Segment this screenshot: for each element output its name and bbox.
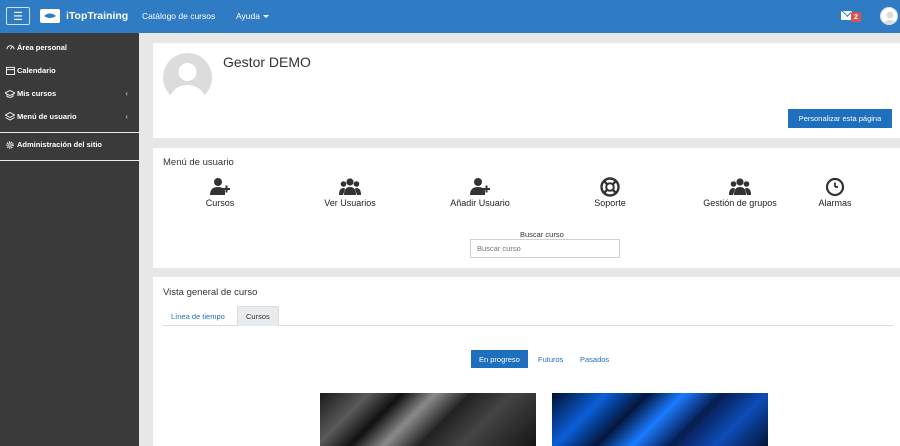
sidebar-item-calendar[interactable]: Calendario — [0, 59, 139, 82]
calendar-icon — [5, 66, 15, 76]
user-avatar[interactable] — [880, 7, 898, 25]
top-navbar: ☰ iTopTraining Catálogo de cursos Ayuda … — [0, 0, 900, 33]
hamburger-menu-button[interactable]: ☰ — [6, 7, 30, 25]
tab-timeline[interactable]: Línea de tiempo — [163, 306, 233, 326]
sidebar-divider — [0, 160, 139, 161]
menu-item-label: Ver Usuarios — [324, 198, 376, 208]
sidebar-item-label: Menú de usuario — [17, 112, 77, 121]
user-menu-title: Menú de usuario — [163, 157, 234, 168]
brand-logo-link[interactable]: iTopTraining — [40, 8, 128, 24]
customize-page-button[interactable]: Personalizar esta página — [788, 109, 892, 128]
brand-icon — [40, 9, 60, 23]
tab-courses[interactable]: Cursos — [237, 306, 279, 326]
sidebar-item-label: Calendario — [17, 66, 56, 75]
menu-item-view-users[interactable]: Ver Usuarios — [295, 177, 405, 208]
clock-icon — [825, 177, 845, 197]
menu-item-label: Soporte — [594, 198, 626, 208]
help-label: Ayuda — [236, 11, 260, 21]
course-search-input[interactable] — [470, 239, 620, 258]
life-ring-icon — [600, 177, 620, 197]
users-icon — [339, 178, 361, 195]
notification-badge: 2 — [851, 12, 861, 22]
chevron-left-icon: ‹ — [125, 112, 128, 121]
sidebar-item-label: Mis cursos — [17, 89, 57, 98]
page-header: Gestor DEMO Personalizar esta página — [153, 43, 900, 138]
menu-item-label: Gestión de grupos — [703, 198, 777, 208]
filter-past-button[interactable]: Pasados — [572, 350, 617, 368]
sidebar-item-label: Área personal — [17, 43, 68, 52]
help-dropdown[interactable]: Ayuda — [236, 11, 269, 21]
dashboard-icon — [5, 43, 15, 53]
chevron-left-icon: ‹ — [125, 89, 128, 98]
profile-avatar — [163, 53, 212, 102]
user-plus-icon — [470, 178, 490, 195]
user-menu-block: Menú de usuario Cursos Ver Usuarios Añad… — [153, 148, 900, 268]
menu-item-add-user[interactable]: Añadir Usuario — [425, 177, 535, 208]
menu-item-courses[interactable]: Cursos — [165, 177, 275, 208]
page-title: Gestor DEMO — [223, 54, 311, 70]
course-card-image[interactable] — [552, 393, 768, 446]
sidebar-item-user-menu[interactable]: Menú de usuario ‹ — [0, 105, 139, 128]
filter-in-progress-button[interactable]: En progreso — [471, 350, 528, 368]
menu-item-support[interactable]: Soporte — [555, 177, 665, 208]
gear-icon — [5, 140, 15, 150]
graduation-cap-icon — [5, 89, 15, 99]
menu-item-group-management[interactable]: Gestión de grupos — [685, 177, 795, 208]
course-overview-title: Vista general de curso — [163, 287, 258, 298]
sidebar-item-label: Administración del sitio — [17, 140, 103, 149]
course-card-image[interactable] — [320, 393, 536, 446]
menu-item-label: Cursos — [205, 198, 235, 208]
menu-item-label: Añadir Usuario — [450, 198, 510, 208]
user-plus-icon — [210, 178, 230, 195]
menu-item-label: Alarmas — [818, 198, 852, 208]
course-overview-block: Vista general de curso Línea de tiempo C… — [153, 277, 900, 446]
course-search-label: Buscar curso — [520, 230, 564, 239]
brand-name: iTopTraining — [66, 10, 129, 22]
users-icon — [729, 178, 751, 195]
overview-tabs: Línea de tiempo Cursos — [163, 306, 893, 326]
layers-icon — [5, 112, 15, 122]
sidebar-item-my-courses[interactable]: Mis cursos ‹ — [0, 82, 139, 105]
caret-down-icon — [262, 15, 269, 19]
menu-item-alarms[interactable]: Alarmas — [780, 177, 890, 208]
catalog-link[interactable]: Catálogo de cursos — [142, 11, 215, 21]
sidebar-item-dashboard[interactable]: Área personal — [0, 36, 139, 59]
filter-future-button[interactable]: Futuros — [530, 350, 571, 368]
sidebar-item-site-admin[interactable]: Administración del sitio — [0, 133, 139, 156]
sidebar: Área personal Calendario Mis cursos ‹ Me… — [0, 33, 139, 446]
